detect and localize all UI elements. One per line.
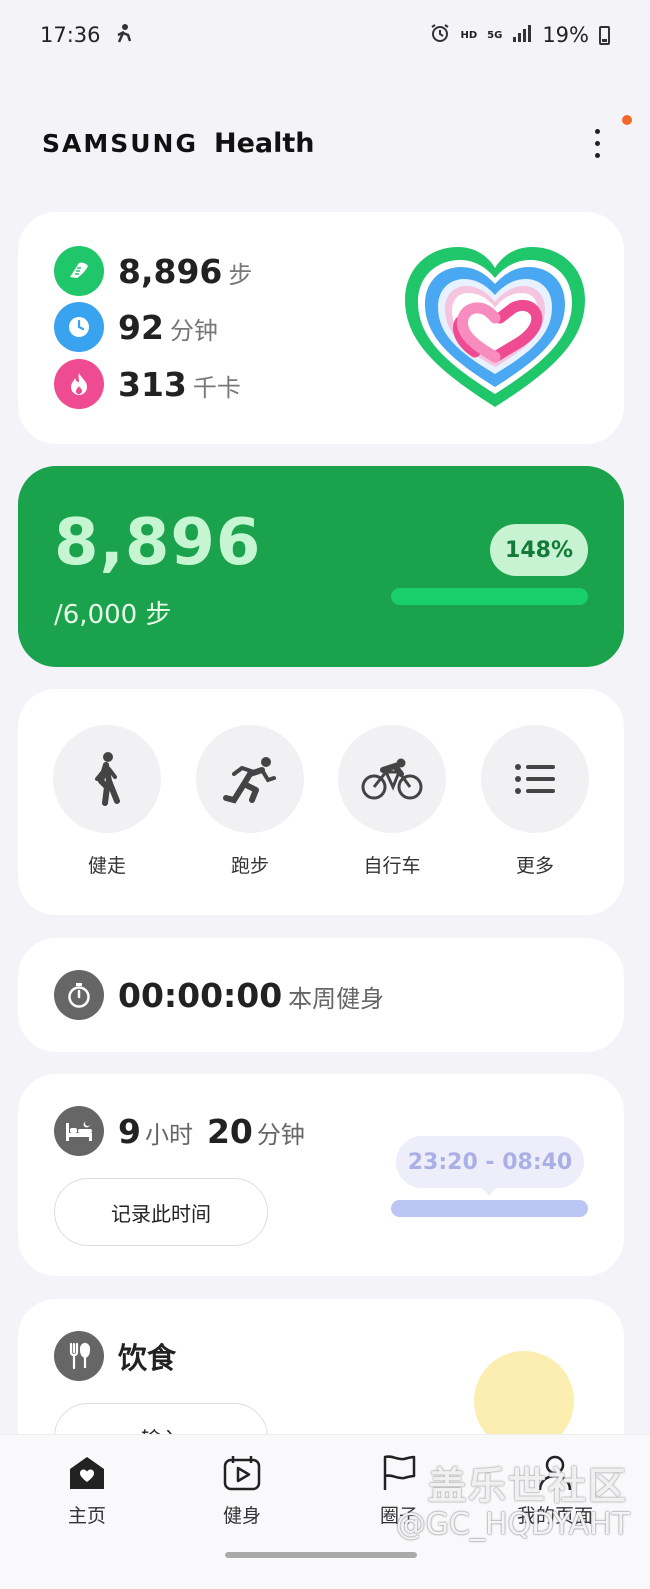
nav-home[interactable]: 主页 <box>37 1453 137 1528</box>
steps-value: 8,896 <box>118 251 223 291</box>
more-dot <box>594 128 600 134</box>
steps-goal: /6,000 步 <box>54 600 172 630</box>
brand-health: Health <box>213 127 315 159</box>
sleep-minutes-unit: 分钟 <box>256 1120 305 1149</box>
food-row: 饮食 <box>54 1331 176 1381</box>
fitness-icon <box>222 1453 262 1493</box>
app-header: SAMSUNG Health <box>42 115 632 168</box>
cycling-icon <box>338 725 446 833</box>
more-dot <box>594 152 600 158</box>
bed-icon <box>54 1106 104 1156</box>
fork-knife-icon <box>54 1331 104 1381</box>
fitness-notification-icon <box>115 23 133 48</box>
battery-percent: 19% <box>542 23 589 47</box>
goal-percent-badge: 148% <box>490 524 588 576</box>
calories-value: 313 <box>118 364 187 404</box>
shortcut-label: 自行车 <box>363 855 421 877</box>
sleep-range: 23:20 - 08:40 <box>396 1136 584 1196</box>
brand-samsung: SAMSUNG <box>42 128 198 158</box>
home-icon <box>67 1453 107 1493</box>
sleep-row: 9 小时 20 分钟 <box>54 1106 319 1156</box>
clock-icon <box>54 302 104 352</box>
alarm-icon <box>430 23 450 48</box>
active-minutes-metric: 92 分钟 <box>54 302 218 352</box>
nav-label: 主页 <box>67 1505 106 1527</box>
more-options-button[interactable] <box>582 115 632 167</box>
exercise-time: 00:00:00 <box>118 975 283 1015</box>
steps-metric: 8,896 步 <box>54 246 252 296</box>
5g-indicator: 5G <box>487 29 503 41</box>
shortcut-running[interactable]: 跑步 <box>196 725 304 878</box>
nav-label: 健身 <box>222 1505 261 1527</box>
exercise-label: 本周健身 <box>288 984 385 1013</box>
steps-count: 8,896 <box>54 506 262 580</box>
signal-icon <box>512 23 532 47</box>
notification-badge <box>622 115 632 125</box>
shoe-icon <box>54 246 104 296</box>
battery-icon <box>599 25 610 45</box>
shortcut-label: 跑步 <box>230 855 269 877</box>
steps-unit: 步 <box>228 260 253 289</box>
sleep-card[interactable]: 9 小时 20 分钟 记录此时间 23:20 - 08:40 <box>18 1074 624 1276</box>
stopwatch-icon <box>54 970 104 1020</box>
activity-heart-rings <box>400 242 590 417</box>
daily-activity-card[interactable]: 8,896 步 92 分钟 313 千卡 <box>18 212 624 444</box>
calories-metric: 313 千卡 <box>54 359 241 409</box>
sleep-bar <box>391 1200 588 1217</box>
watermark-title: 盖乐世社区 <box>427 1464 628 1508</box>
steps-progress-bar <box>391 588 588 605</box>
brand-logo: SAMSUNG Health <box>42 128 315 159</box>
shortcut-cycling[interactable]: 自行车 <box>338 725 446 878</box>
home-indicator[interactable] <box>225 1552 417 1558</box>
shortcut-walking[interactable]: 健走 <box>53 725 161 878</box>
shortcut-label: 健走 <box>87 855 126 877</box>
steps-goal-card[interactable]: 8,896 /6,000 步 148% <box>18 466 624 667</box>
calories-unit: 千卡 <box>192 373 241 402</box>
food-title: 饮食 <box>118 1341 177 1375</box>
list-icon <box>481 725 589 833</box>
hd-indicator: HD <box>460 29 478 41</box>
walking-icon <box>53 725 161 833</box>
shortcut-label: 更多 <box>515 855 554 877</box>
shortcut-more[interactable]: 更多 <box>481 725 589 878</box>
status-bar: 17:36 HD 5G 19% <box>0 0 650 70</box>
weekly-exercise-card[interactable]: 00:00:00 本周健身 <box>18 938 624 1052</box>
sleep-hours: 9 <box>118 1111 141 1151</box>
flag-icon <box>379 1453 419 1493</box>
exercise-row: 00:00:00 本周健身 <box>54 970 384 1020</box>
nav-fitness[interactable]: 健身 <box>192 1453 292 1528</box>
record-time-button[interactable]: 记录此时间 <box>54 1178 268 1246</box>
watermark-handle: @GC_HQDYAHT <box>395 1507 630 1542</box>
minutes-value: 92 <box>118 307 164 347</box>
workout-shortcuts-card: 健走 跑步 自行车 更多 <box>18 689 624 915</box>
more-dot <box>594 140 600 146</box>
minutes-unit: 分钟 <box>169 316 218 345</box>
sleep-hours-unit: 小时 <box>144 1120 193 1149</box>
sleep-minutes: 20 <box>206 1111 253 1151</box>
running-icon <box>196 725 304 833</box>
status-time: 17:36 <box>40 23 101 47</box>
bottom-navigation: 主页 健身 圈子 我的页面 盖乐世社区 @GC_HQDYAHT <box>0 1434 650 1589</box>
flame-icon <box>54 359 104 409</box>
